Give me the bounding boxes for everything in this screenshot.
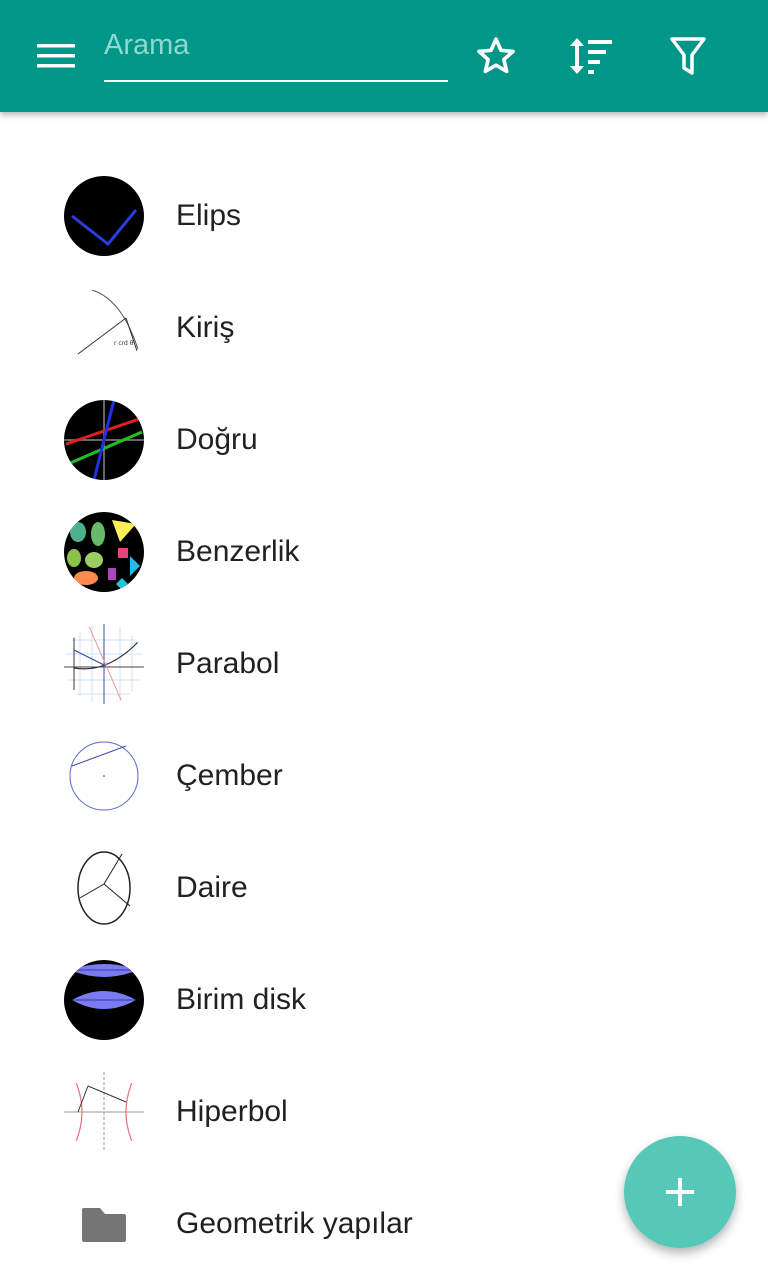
list-item[interactable]: Birim disk [0, 944, 768, 1056]
star-outline-icon [477, 37, 515, 74]
list-item-label: Geometrik yapılar [176, 1207, 413, 1240]
list-item[interactable]: Benzerlik [0, 496, 768, 608]
list-item[interactable]: Çember [0, 720, 768, 832]
app-bar [0, 0, 768, 112]
sort-icon [570, 38, 612, 74]
filter-button[interactable] [660, 28, 716, 84]
folder-icon [82, 1208, 126, 1242]
add-button[interactable] [624, 1136, 736, 1248]
ellipse-thumbnail [64, 176, 144, 256]
similarity-thumbnail [64, 512, 144, 592]
filter-icon [670, 37, 706, 75]
list-item-label: Elips [176, 199, 242, 232]
disk-thumbnail [64, 848, 144, 928]
list-item[interactable]: Doğru [0, 384, 768, 496]
plus-icon [666, 1178, 694, 1206]
hyperbola-thumbnail [64, 1072, 144, 1152]
list-item[interactable]: Daire [0, 832, 768, 944]
list-item[interactable]: r crd θ Kiriş [0, 272, 768, 384]
list-item-label: Daire [176, 871, 248, 904]
list-item-label: Benzerlik [176, 535, 300, 568]
list-item[interactable]: Parabol [0, 608, 768, 720]
list-item-label: Kiriş [176, 311, 235, 344]
svg-text:r crd θ: r crd θ [114, 340, 134, 347]
search-field [104, 24, 448, 82]
list-item-label: Çember [176, 759, 283, 792]
unit-disk-thumbnail [64, 960, 144, 1040]
parabola-thumbnail [64, 624, 144, 704]
circle-thumbnail [64, 736, 144, 816]
menu-button[interactable] [20, 30, 92, 82]
list-item-label: Parabol [176, 647, 280, 680]
list-item-label: Hiperbol [176, 1095, 288, 1128]
line-thumbnail [64, 400, 144, 480]
item-list: Elips r crd θ Kiriş Doğru Benzerlik Para… [0, 160, 768, 1280]
sort-button[interactable] [563, 28, 619, 84]
list-item[interactable]: Elips [0, 160, 768, 272]
chord-thumbnail: r crd θ [64, 288, 144, 368]
menu-icon [37, 44, 75, 68]
search-input[interactable] [104, 24, 448, 80]
list-item-label: Birim disk [176, 983, 307, 1016]
folder-thumbnail [64, 1184, 144, 1264]
favorites-button[interactable] [468, 28, 524, 84]
list-item-label: Doğru [176, 423, 258, 456]
